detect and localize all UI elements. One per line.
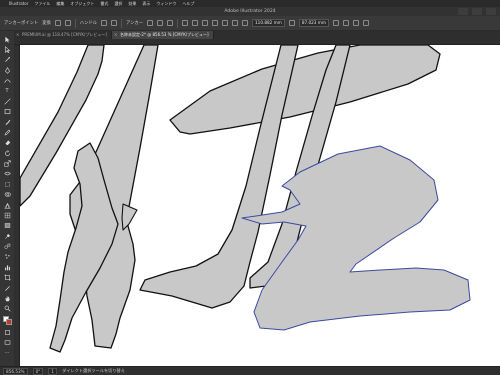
- paintbrush-tool-icon[interactable]: [3, 119, 11, 125]
- share-button[interactable]: [458, 8, 468, 15]
- curvature-tool-icon[interactable]: [3, 78, 11, 84]
- direct-selection-tool-icon[interactable]: [3, 46, 11, 53]
- anchor-remove-icon[interactable]: [147, 20, 153, 26]
- status-bar: 856.53% 0° 1 ダイレクト選択ツールを切り替え: [0, 366, 500, 375]
- menu-item-edit[interactable]: 編集: [56, 1, 64, 7]
- artwork[interactable]: [20, 45, 500, 366]
- anchor-cut-icon[interactable]: [157, 20, 163, 26]
- transform-icon[interactable]: [332, 20, 339, 26]
- artboard-canvas[interactable]: [20, 45, 500, 366]
- blend-tool-icon[interactable]: [3, 243, 11, 250]
- document-tabs: × PREMIUM.ai @ 118.47% [CMYK/プレビュー] × 名称…: [14, 31, 500, 39]
- align-top-icon[interactable]: [212, 20, 218, 26]
- tab-label: 名称未設定-2* @ 856.53 % [CMYK/プレビュー]: [119, 32, 209, 37]
- shape-builder-tool-icon[interactable]: [3, 192, 11, 198]
- menu-bar: Illustrator ファイル 編集 オブジェクト 書式 選択 効果 表示 ウ…: [0, 0, 500, 7]
- menu-item-effect[interactable]: 効果: [128, 1, 136, 7]
- menu-item-view[interactable]: 表示: [142, 1, 150, 7]
- window-title: Adobe Illustrator 2024: [224, 9, 276, 14]
- rotation-field[interactable]: 0°: [32, 367, 44, 375]
- slice-tool-icon[interactable]: [3, 285, 11, 291]
- separator: [74, 18, 76, 28]
- convert-corner-icon[interactable]: [54, 20, 61, 26]
- tools-panel: T ···: [0, 31, 14, 366]
- menu-item-type[interactable]: 書式: [100, 1, 108, 7]
- stroke-swatch[interactable]: [5, 319, 12, 326]
- draw-mode-icon[interactable]: [3, 329, 11, 335]
- scale-tool-icon[interactable]: [3, 160, 11, 167]
- pencil-tool-icon[interactable]: [3, 129, 11, 136]
- convert-label: 変換: [42, 21, 51, 26]
- pen-tool-icon[interactable]: [3, 66, 11, 74]
- arrange-icon[interactable]: [352, 20, 359, 26]
- glyph-accent[interactable]: [121, 203, 138, 231]
- menu-item-illustrator[interactable]: Illustrator: [9, 1, 28, 6]
- anchor-join-icon[interactable]: [167, 20, 173, 26]
- separator: [120, 18, 122, 28]
- free-transform-tool-icon[interactable]: [3, 181, 11, 187]
- fill-stroke-swatch[interactable]: [2, 316, 12, 326]
- handle-hide-icon[interactable]: [110, 20, 117, 26]
- anchor-label: アンカー: [125, 21, 143, 26]
- status-tool-hint: ダイレクト選択ツールを切り替え: [62, 368, 125, 373]
- panel-menu-icon[interactable]: [362, 20, 369, 26]
- magic-wand-tool-icon[interactable]: [3, 57, 11, 63]
- close-icon[interactable]: ×: [114, 31, 117, 39]
- gradient-tool-icon[interactable]: [3, 223, 11, 229]
- menu-item-select[interactable]: 選択: [114, 1, 122, 7]
- eraser-tool-icon[interactable]: [3, 140, 11, 146]
- align-middle-icon[interactable]: [222, 20, 228, 26]
- mesh-tool-icon[interactable]: [3, 212, 11, 219]
- align-right-icon[interactable]: [202, 20, 208, 26]
- workspace-button[interactable]: [472, 8, 482, 15]
- eyedropper-tool-icon[interactable]: [3, 233, 11, 239]
- line-tool-icon[interactable]: [3, 98, 11, 105]
- rotate-tool-icon[interactable]: [3, 149, 11, 156]
- symbol-sprayer-tool-icon[interactable]: [3, 254, 11, 260]
- glyph-leaf-top[interactable]: [169, 45, 441, 135]
- convert-smooth-icon[interactable]: [64, 20, 71, 26]
- align-bottom-icon[interactable]: [232, 20, 238, 26]
- x-field[interactable]: 110.882 mm: [252, 19, 285, 27]
- menu-item-help[interactable]: ヘルプ: [182, 1, 194, 7]
- y-field-icon: [288, 20, 295, 26]
- zoom-field[interactable]: 856.53%: [3, 367, 28, 375]
- column-graph-tool-icon[interactable]: [3, 264, 11, 271]
- titlebar-buttons: [458, 8, 496, 15]
- search-button[interactable]: [486, 8, 496, 15]
- screen-mode-icon[interactable]: [3, 340, 11, 346]
- tab-premium[interactable]: × PREMIUM.ai @ 118.47% [CMYK/プレビュー]: [14, 31, 112, 39]
- separator: [177, 18, 178, 28]
- rectangle-tool-icon[interactable]: [3, 109, 11, 115]
- hand-tool-icon[interactable]: [3, 295, 11, 302]
- menu-item-file[interactable]: ファイル: [34, 1, 50, 7]
- type-tool-icon[interactable]: T: [3, 88, 11, 94]
- artboard-navigator[interactable]: 1: [48, 367, 58, 375]
- y-field[interactable]: 87.023 mm: [298, 19, 329, 27]
- align-center-icon[interactable]: [192, 20, 198, 26]
- artboard-tool-icon[interactable]: [3, 274, 11, 281]
- width-tool-icon[interactable]: [3, 171, 11, 177]
- window-titlebar: Adobe Illustrator 2024: [0, 7, 500, 16]
- perspective-grid-tool-icon[interactable]: [3, 202, 11, 209]
- handle-show-icon[interactable]: [100, 20, 107, 26]
- align-left-icon[interactable]: [182, 20, 188, 26]
- handle-label: ハンドル: [79, 21, 97, 26]
- edit-toolbar-icon[interactable]: ···: [3, 350, 11, 356]
- isolate-icon[interactable]: [342, 20, 349, 26]
- selection-tool-icon[interactable]: [3, 36, 11, 43]
- menu-item-window[interactable]: ウィンドウ: [156, 1, 176, 7]
- menu-item-object[interactable]: オブジェクト: [70, 1, 94, 7]
- reference-point-icon[interactable]: [242, 20, 248, 26]
- tab-untitled-2[interactable]: × 名称未設定-2* @ 856.53 % [CMYK/プレビュー]: [111, 31, 214, 39]
- control-bar: アンカーポイント 変換 ハンドル アンカー 110.882 mm 87.023 …: [0, 16, 500, 31]
- close-icon[interactable]: ×: [16, 31, 19, 39]
- zoom-tool-icon[interactable]: [3, 306, 11, 312]
- anchor-points-label: アンカーポイント: [4, 21, 39, 26]
- tab-label: PREMIUM.ai @ 118.47% [CMYK/プレビュー]: [22, 32, 107, 37]
